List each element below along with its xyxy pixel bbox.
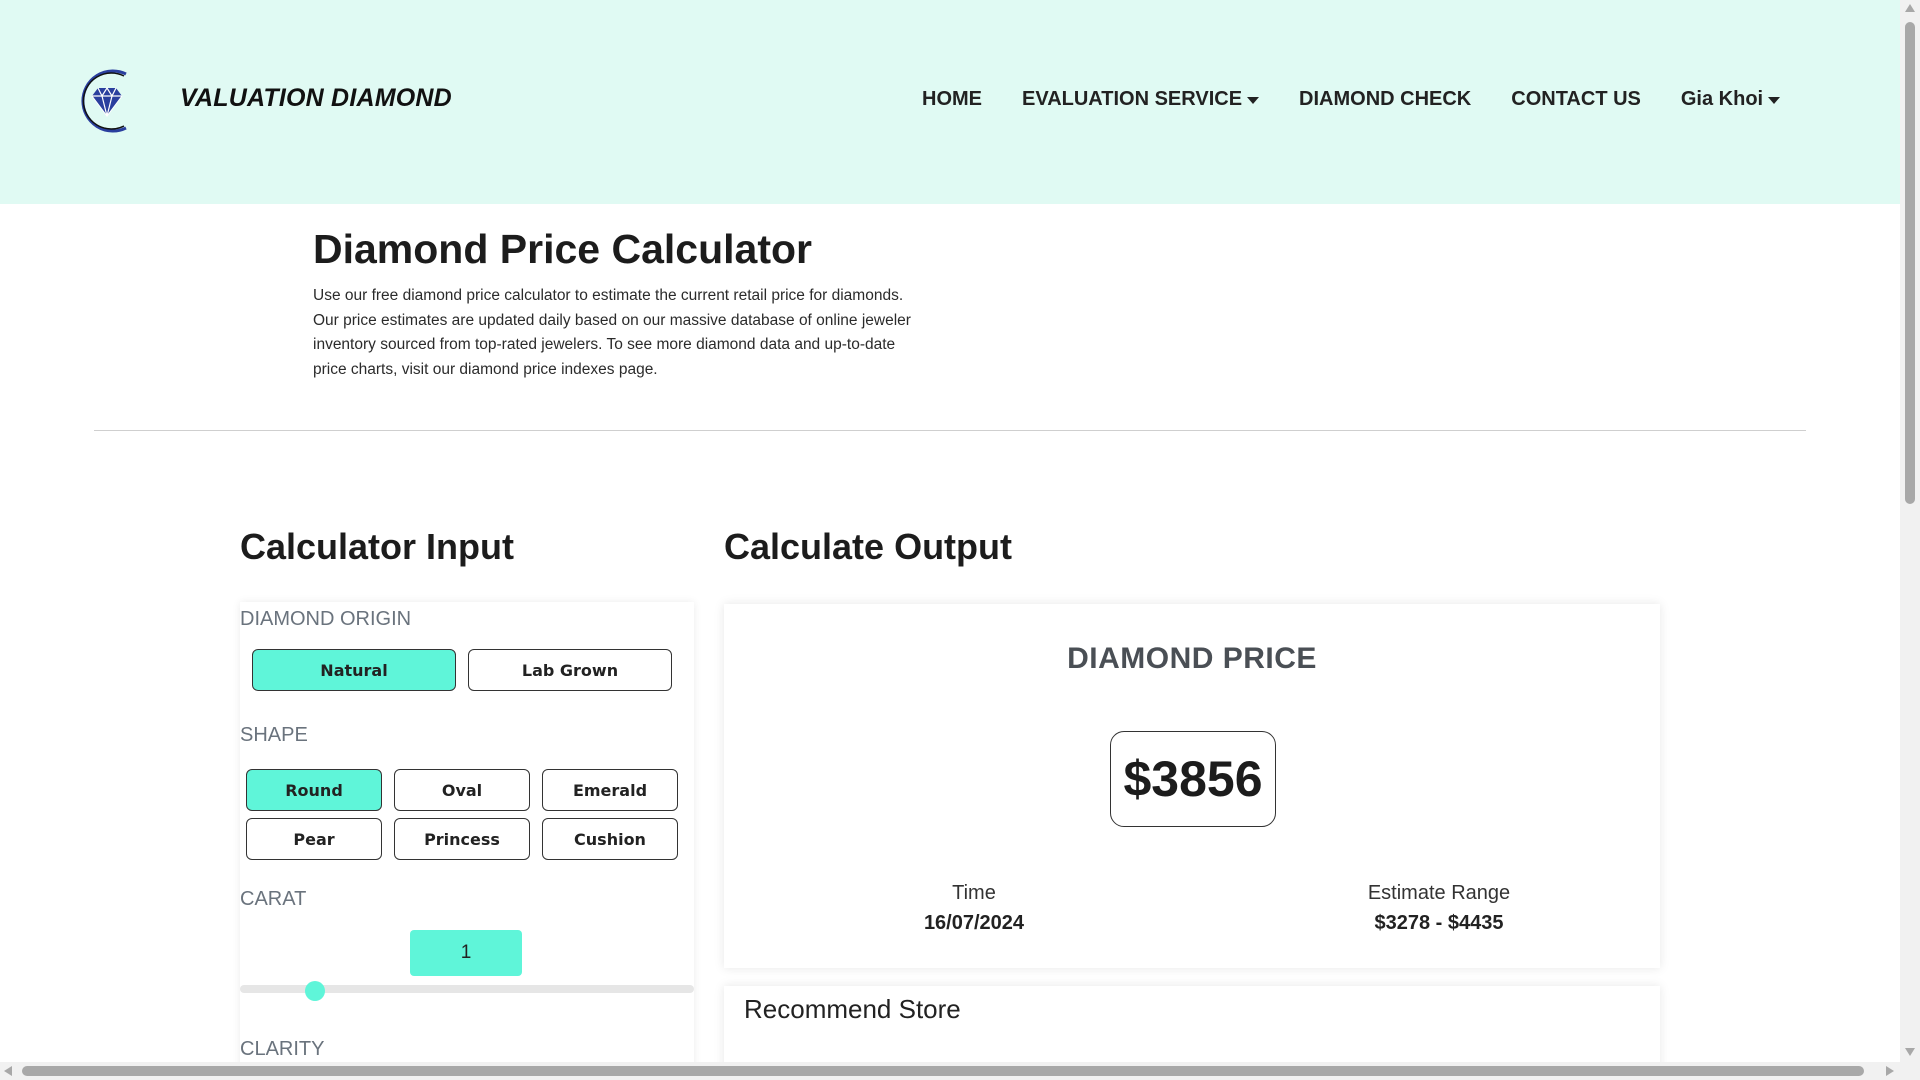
shape-emerald-button[interactable]: Emerald: [542, 769, 678, 811]
nav-contact-us-label: CONTACT US: [1511, 88, 1641, 110]
estimate-range-label: Estimate Range: [1367, 882, 1511, 904]
nav-contact-us[interactable]: CONTACT US: [1511, 88, 1641, 111]
recommend-store-title: Recommend Store: [744, 994, 961, 1024]
user-name: Gia Khoi: [1680, 88, 1764, 110]
diamond-origin-label: DIAMOND ORIGIN: [240, 608, 412, 630]
user-menu-dropdown[interactable]: Gia Khoi: [1680, 88, 1781, 111]
shape-princess-button[interactable]: Princess: [394, 818, 530, 860]
shape-round-button[interactable]: Round: [246, 769, 382, 811]
shape-cushion-button[interactable]: Cushion: [542, 818, 678, 860]
carat-label: CARAT: [240, 888, 307, 910]
nav-evaluation-service-dropdown[interactable]: EVALUATION SERVICE: [1022, 88, 1260, 111]
calculator-input-panel: DIAMOND ORIGIN Natural Lab Grown SHAPE R…: [240, 602, 694, 1062]
carat-slider-handle[interactable]: [305, 981, 325, 1001]
origin-natural-button[interactable]: Natural: [252, 649, 456, 691]
page-viewport: VALUATION DIAMOND HOME EVALUATION SERVIC…: [0, 0, 1900, 1062]
time-value: 16/07/2024: [923, 912, 1025, 934]
vertical-scrollbar[interactable]: [1900, 0, 1920, 1062]
nav-diamond-check-label: DIAMOND CHECK: [1299, 88, 1472, 110]
scroll-left-arrow-icon[interactable]: [4, 1066, 12, 1076]
estimate-range-value: $3278 - $4435: [1374, 912, 1504, 934]
carat-value-input[interactable]: 1: [410, 930, 522, 976]
time-label: Time: [952, 882, 996, 904]
shape-pear-button[interactable]: Pear: [246, 818, 382, 860]
page-title: Diamond Price Calculator: [313, 226, 812, 272]
nav-diamond-check[interactable]: DIAMOND CHECK: [1299, 88, 1471, 111]
shape-label: SHAPE: [240, 724, 308, 746]
recommend-store-card: Recommend Store: [724, 986, 1660, 1062]
section-divider: [94, 430, 1806, 431]
shape-oval-button[interactable]: Oval: [394, 769, 530, 811]
calculate-output-title: Calculate Output: [724, 526, 1013, 567]
site-header: VALUATION DIAMOND HOME EVALUATION SERVIC…: [0, 0, 1900, 204]
page-description: Use our free diamond price calculator to…: [313, 287, 911, 378]
scroll-down-arrow-icon[interactable]: [1905, 1048, 1915, 1056]
main-nav: HOME EVALUATION SERVICE DIAMOND CHECK CO…: [922, 88, 1781, 111]
clarity-label: CLARITY: [240, 1038, 325, 1060]
vertical-scroll-thumb[interactable]: [1905, 22, 1915, 504]
caret-down-icon: [1768, 97, 1781, 104]
caret-down-icon: [1247, 97, 1260, 104]
diamond-price-value: $3856: [1110, 731, 1276, 827]
origin-lab-grown-button[interactable]: Lab Grown: [468, 649, 672, 691]
nav-home-label: HOME: [922, 88, 982, 110]
diamond-logo-icon[interactable]: [74, 66, 140, 136]
scroll-right-arrow-icon[interactable]: [1886, 1066, 1894, 1076]
diamond-price-title: DIAMOND PRICE: [1067, 642, 1317, 675]
scroll-up-arrow-icon[interactable]: [1905, 4, 1915, 12]
diamond-price-card: DIAMOND PRICE $3856 Time 16/07/2024 Esti…: [724, 604, 1660, 968]
nav-home[interactable]: HOME: [922, 88, 982, 111]
calculator-input-title: Calculator Input: [240, 526, 515, 567]
horizontal-scroll-thumb[interactable]: [22, 1066, 1864, 1076]
nav-evaluation-service-label: EVALUATION SERVICE: [1022, 88, 1243, 110]
horizontal-scrollbar[interactable]: [0, 1062, 1920, 1080]
brand-name[interactable]: VALUATION DIAMOND: [180, 84, 452, 113]
